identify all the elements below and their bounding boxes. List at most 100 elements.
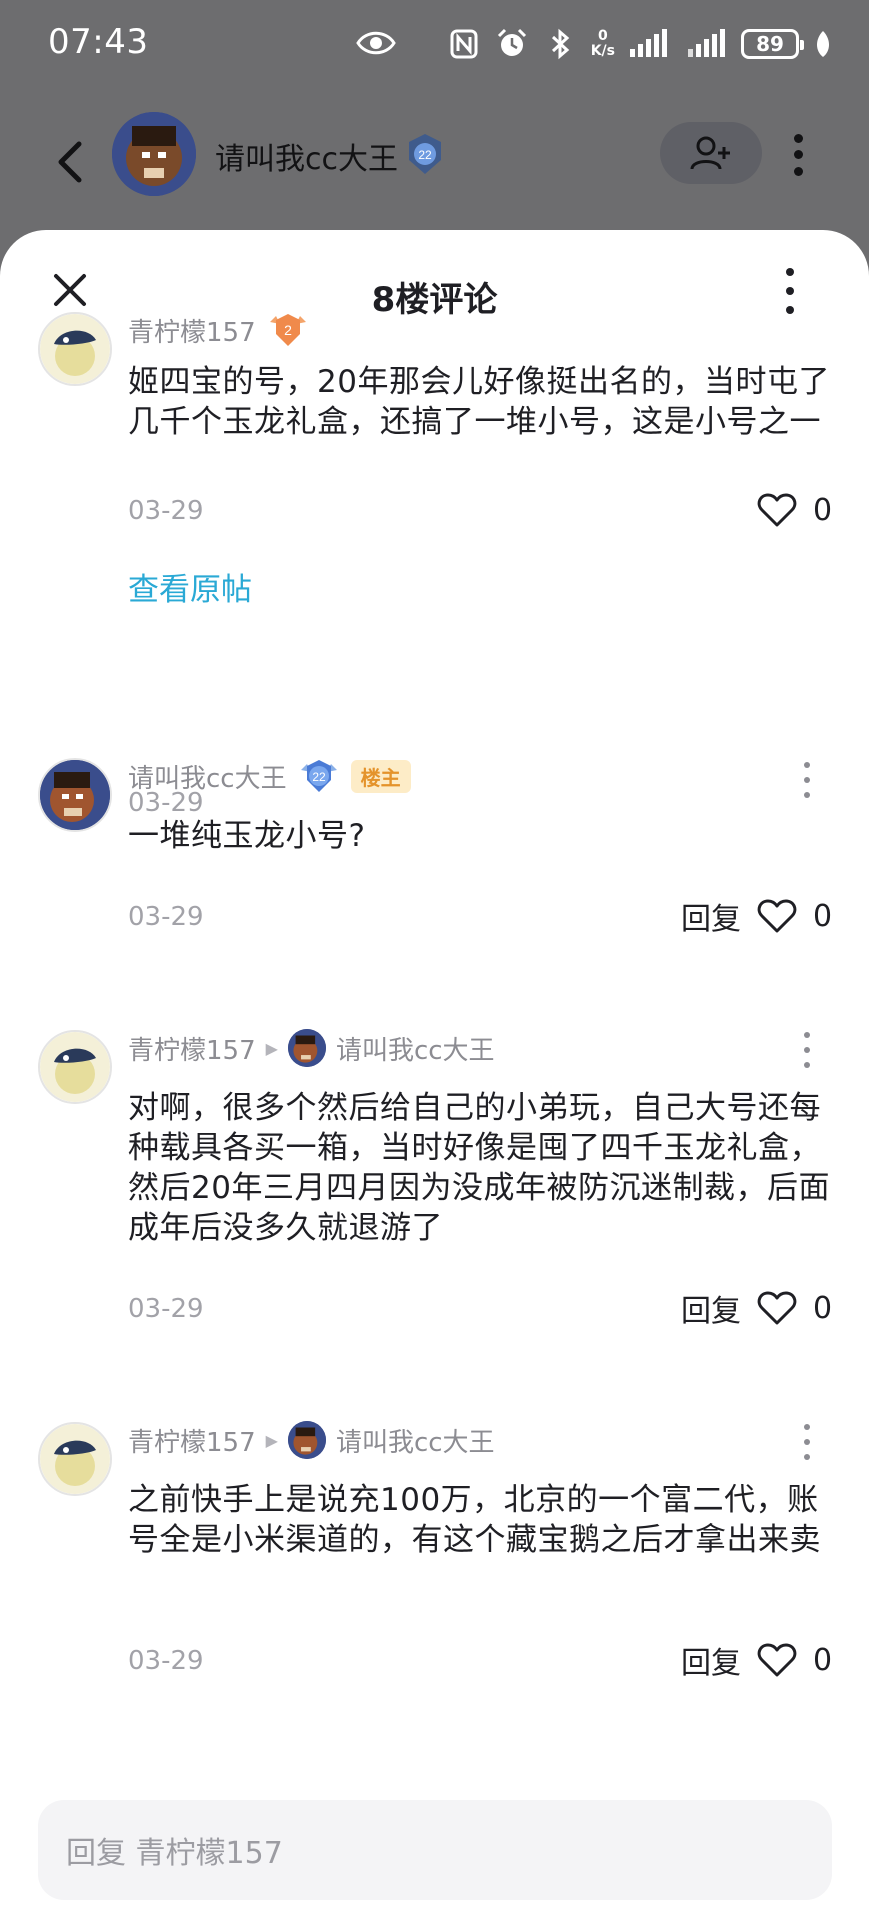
level-badge-icon: 22 — [300, 760, 337, 792]
comment-username[interactable]: 青柠檬157 — [128, 312, 256, 349]
comment-date: 03-29 — [128, 1294, 204, 1324]
header-level-text: 22 — [418, 148, 432, 162]
comment-actions: 回复 0 — [681, 1286, 833, 1330]
comment-header: 青柠檬157 ▶ 请叫我cc大王 — [128, 1420, 495, 1460]
status-icons: 0 K/s 89 — [447, 22, 833, 66]
reply-to-username[interactable]: 请叫我cc大王 — [336, 1030, 495, 1067]
nfc-icon — [450, 29, 478, 59]
level-badge-icon: 2 — [269, 314, 306, 346]
heart-icon[interactable] — [757, 492, 797, 528]
reply-button[interactable]: 回复 — [681, 1286, 741, 1330]
like-count: 0 — [813, 1642, 833, 1678]
avatar[interactable] — [38, 312, 112, 386]
view-original-post-link[interactable]: 查看原帖 — [128, 564, 252, 609]
avatar-image — [40, 314, 110, 384]
reply-input[interactable]: 回复 青柠檬157 — [38, 1800, 832, 1900]
battery-level: 89 — [756, 32, 784, 56]
eye-icon — [356, 31, 396, 55]
leaf-icon — [817, 31, 829, 57]
comment-level-text: 22 — [312, 770, 326, 784]
post-header: 请叫我cc大王 22 — [0, 90, 869, 230]
dot — [804, 777, 810, 783]
comment-username[interactable]: 青柠檬157 — [128, 1422, 256, 1459]
avatar[interactable] — [287, 1421, 326, 1459]
more-icon[interactable] — [778, 268, 802, 314]
reply-input-placeholder: 回复 青柠檬157 — [66, 1836, 283, 1871]
reply-button[interactable]: 回复 — [681, 894, 741, 938]
avatar-image — [287, 1029, 326, 1067]
dot — [804, 1454, 810, 1460]
avatar-image — [40, 1032, 110, 1102]
comment-text: 姬四宝的号，20年那会儿好像挺出名的，当时屯了几千个玉龙礼盒，还搞了一堆小号，这… — [128, 364, 830, 440]
follow-button[interactable] — [660, 122, 762, 184]
avatar-image — [287, 1421, 326, 1459]
battery-icon: 89 — [741, 29, 804, 59]
comment-text: 一堆纯玉龙小号? — [128, 818, 366, 854]
alarm-icon — [497, 28, 526, 56]
dot — [804, 1047, 810, 1053]
comment-actions: 0 — [757, 488, 833, 532]
comment-actions: 回复 0 — [681, 894, 833, 938]
reply-arrow-icon: ▶ — [265, 1038, 278, 1058]
dot — [804, 762, 810, 768]
more-icon[interactable] — [800, 1424, 814, 1460]
avatar-image — [112, 112, 196, 196]
comment-date: 03-29 — [128, 1646, 204, 1676]
comment-date: 03-29 — [128, 788, 204, 818]
avatar[interactable] — [112, 112, 196, 196]
comment-username[interactable]: 青柠檬157 — [128, 1030, 256, 1067]
reply-arrow-icon: ▶ — [265, 1430, 278, 1450]
heart-icon[interactable] — [757, 1642, 797, 1678]
comment-header: 青柠檬157 2 — [128, 310, 310, 350]
comment-sheet: 8楼评论 青柠檬157 2 姬四宝的号，20年那会儿好像挺出名的，当时屯了几千个… — [0, 230, 869, 1920]
reply-button[interactable]: 回复 — [681, 1638, 741, 1682]
avatar[interactable] — [38, 1422, 112, 1496]
more-icon[interactable] — [800, 1032, 814, 1068]
signal-icon — [630, 29, 667, 57]
like-count: 0 — [813, 1290, 833, 1326]
dot — [786, 268, 794, 276]
add-user-icon — [690, 136, 730, 170]
comment-text: 之前快手上是说充100万，北京的一个富二代，账号全是小米渠道的，有这个藏宝鹅之后… — [128, 1482, 821, 1558]
comment-level-text: 2 — [284, 322, 292, 338]
avatar[interactable] — [287, 1029, 326, 1067]
network-speed-unit: K/s — [590, 43, 615, 59]
heart-icon[interactable] — [757, 1290, 797, 1326]
back-icon — [58, 141, 82, 183]
bluetooth-icon — [551, 28, 569, 60]
dot — [786, 287, 794, 295]
avatar[interactable] — [38, 758, 112, 832]
comment-header: 青柠檬157 ▶ 请叫我cc大王 — [128, 1028, 495, 1068]
status-bar: 07:43 0 K/s 89 — [0, 0, 869, 90]
reply-to-username[interactable]: 请叫我cc大王 — [336, 1422, 495, 1459]
signal-icon-2 — [688, 29, 725, 57]
dot — [804, 1062, 810, 1068]
dot — [793, 133, 803, 143]
owner-tag: 楼主 — [350, 759, 411, 793]
dot — [793, 150, 803, 160]
header-username[interactable]: 请叫我cc大王 — [215, 134, 398, 178]
network-speed-value: 0 — [597, 28, 608, 44]
like-count: 0 — [813, 898, 833, 934]
heart-icon[interactable] — [757, 898, 797, 934]
comment-date: 03-29 — [128, 902, 204, 932]
status-time: 07:43 — [48, 22, 149, 62]
avatar[interactable] — [38, 1030, 112, 1104]
level-badge-icon: 22 — [409, 134, 441, 174]
dot — [804, 1032, 810, 1038]
comment-date: 03-29 — [128, 496, 204, 526]
network-speed: 0 K/s — [591, 29, 615, 59]
like-count: 0 — [813, 492, 833, 528]
dot — [786, 306, 794, 314]
comment-actions: 回复 0 — [681, 1638, 833, 1682]
dot — [804, 1439, 810, 1445]
dot — [793, 167, 803, 177]
avatar-image — [40, 1424, 110, 1494]
more-icon[interactable] — [800, 762, 814, 798]
more-icon[interactable] — [786, 130, 810, 180]
dot — [804, 1424, 810, 1430]
dot — [804, 792, 810, 798]
back-button[interactable] — [50, 132, 90, 192]
comment-text: 对啊，很多个然后给自己的小弟玩，自己大号还每种载具各买一箱，当时好像是囤了四千玉… — [128, 1090, 830, 1246]
avatar-image — [40, 760, 110, 830]
